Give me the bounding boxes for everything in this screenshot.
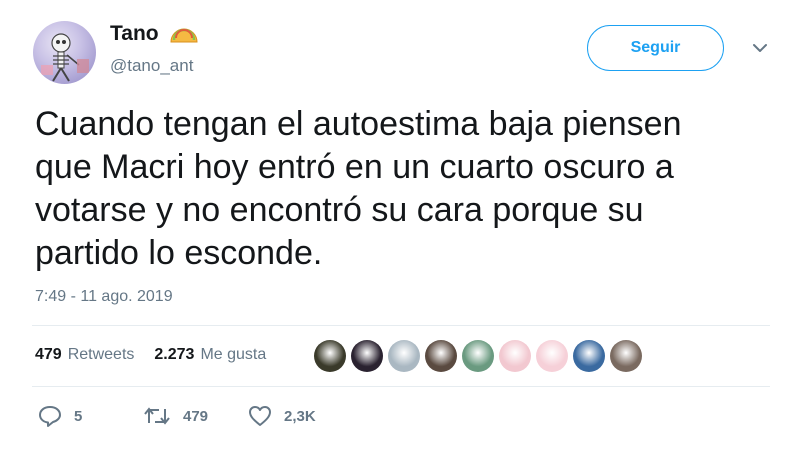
liker-avatar[interactable] — [425, 340, 457, 372]
liker-avatar[interactable] — [536, 340, 568, 372]
tweet-timestamp[interactable]: 7:49 - 11 ago. 2019 — [35, 288, 173, 306]
tweet-stats: 479 Retweets 2.273 Me gusta — [35, 346, 266, 364]
liker-avatar[interactable] — [314, 340, 346, 372]
reply-icon — [39, 406, 61, 427]
liker-avatar[interactable] — [573, 340, 605, 372]
divider — [32, 325, 770, 326]
tweet-text: Cuando tengan el autoestima baja piensen… — [35, 103, 770, 275]
retweet-button[interactable]: 479 — [143, 405, 248, 427]
tweet-actions: 5 479 2,3K — [38, 405, 316, 427]
likes-label[interactable]: Me gusta — [200, 346, 266, 364]
liker-avatar[interactable] — [388, 340, 420, 372]
taco-icon — [169, 24, 199, 44]
liker-avatar[interactable] — [462, 340, 494, 372]
heart-icon — [249, 406, 271, 426]
reply-button[interactable]: 5 — [38, 405, 143, 427]
tweet-line: Cuando tengan el autoestima baja piensen — [35, 105, 682, 143]
retweet-count: 479 — [183, 407, 209, 425]
liker-avatar[interactable] — [499, 340, 531, 372]
avatar[interactable] — [33, 21, 96, 84]
like-count: 2,3K — [284, 407, 316, 425]
liker-avatar[interactable] — [351, 340, 383, 372]
tweet-line: que Macri hoy entró en un cuarto oscuro … — [35, 148, 674, 186]
user-name[interactable]: Tano — [110, 22, 199, 46]
likes-count[interactable]: 2.273 — [154, 346, 194, 364]
tweet-line: votarse y no encontró su cara porque su — [35, 191, 644, 229]
user-handle[interactable]: @tano_ant — [110, 56, 193, 76]
skeleton-avatar-icon — [41, 33, 89, 82]
retweets-label[interactable]: Retweets — [68, 346, 135, 364]
like-button[interactable]: 2,3K — [248, 405, 316, 427]
divider — [32, 386, 770, 387]
retweet-icon — [144, 407, 170, 425]
retweets-count[interactable]: 479 — [35, 346, 62, 364]
liker-avatar[interactable] — [610, 340, 642, 372]
chevron-down-icon[interactable] — [751, 41, 769, 55]
likers-avatars — [314, 340, 642, 372]
user-name-text[interactable]: Tano — [110, 22, 159, 46]
follow-button[interactable]: Seguir — [587, 25, 724, 71]
tweet-line: partido lo esconde. — [35, 234, 323, 272]
reply-count: 5 — [74, 407, 83, 425]
